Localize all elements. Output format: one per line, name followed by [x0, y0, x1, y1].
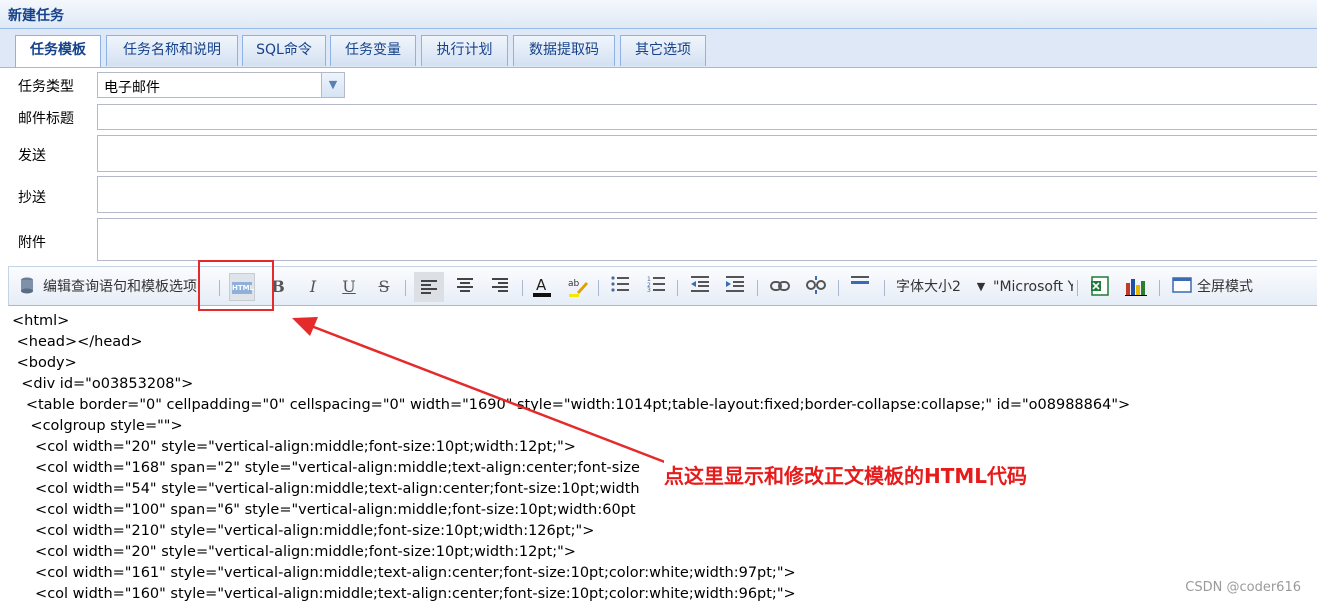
annotation-arrow: [292, 317, 671, 466]
watermark: CSDN @coder616: [1185, 580, 1301, 595]
annotation-text: 点这里显示和修改正文模板的HTML代码: [664, 460, 1028, 489]
